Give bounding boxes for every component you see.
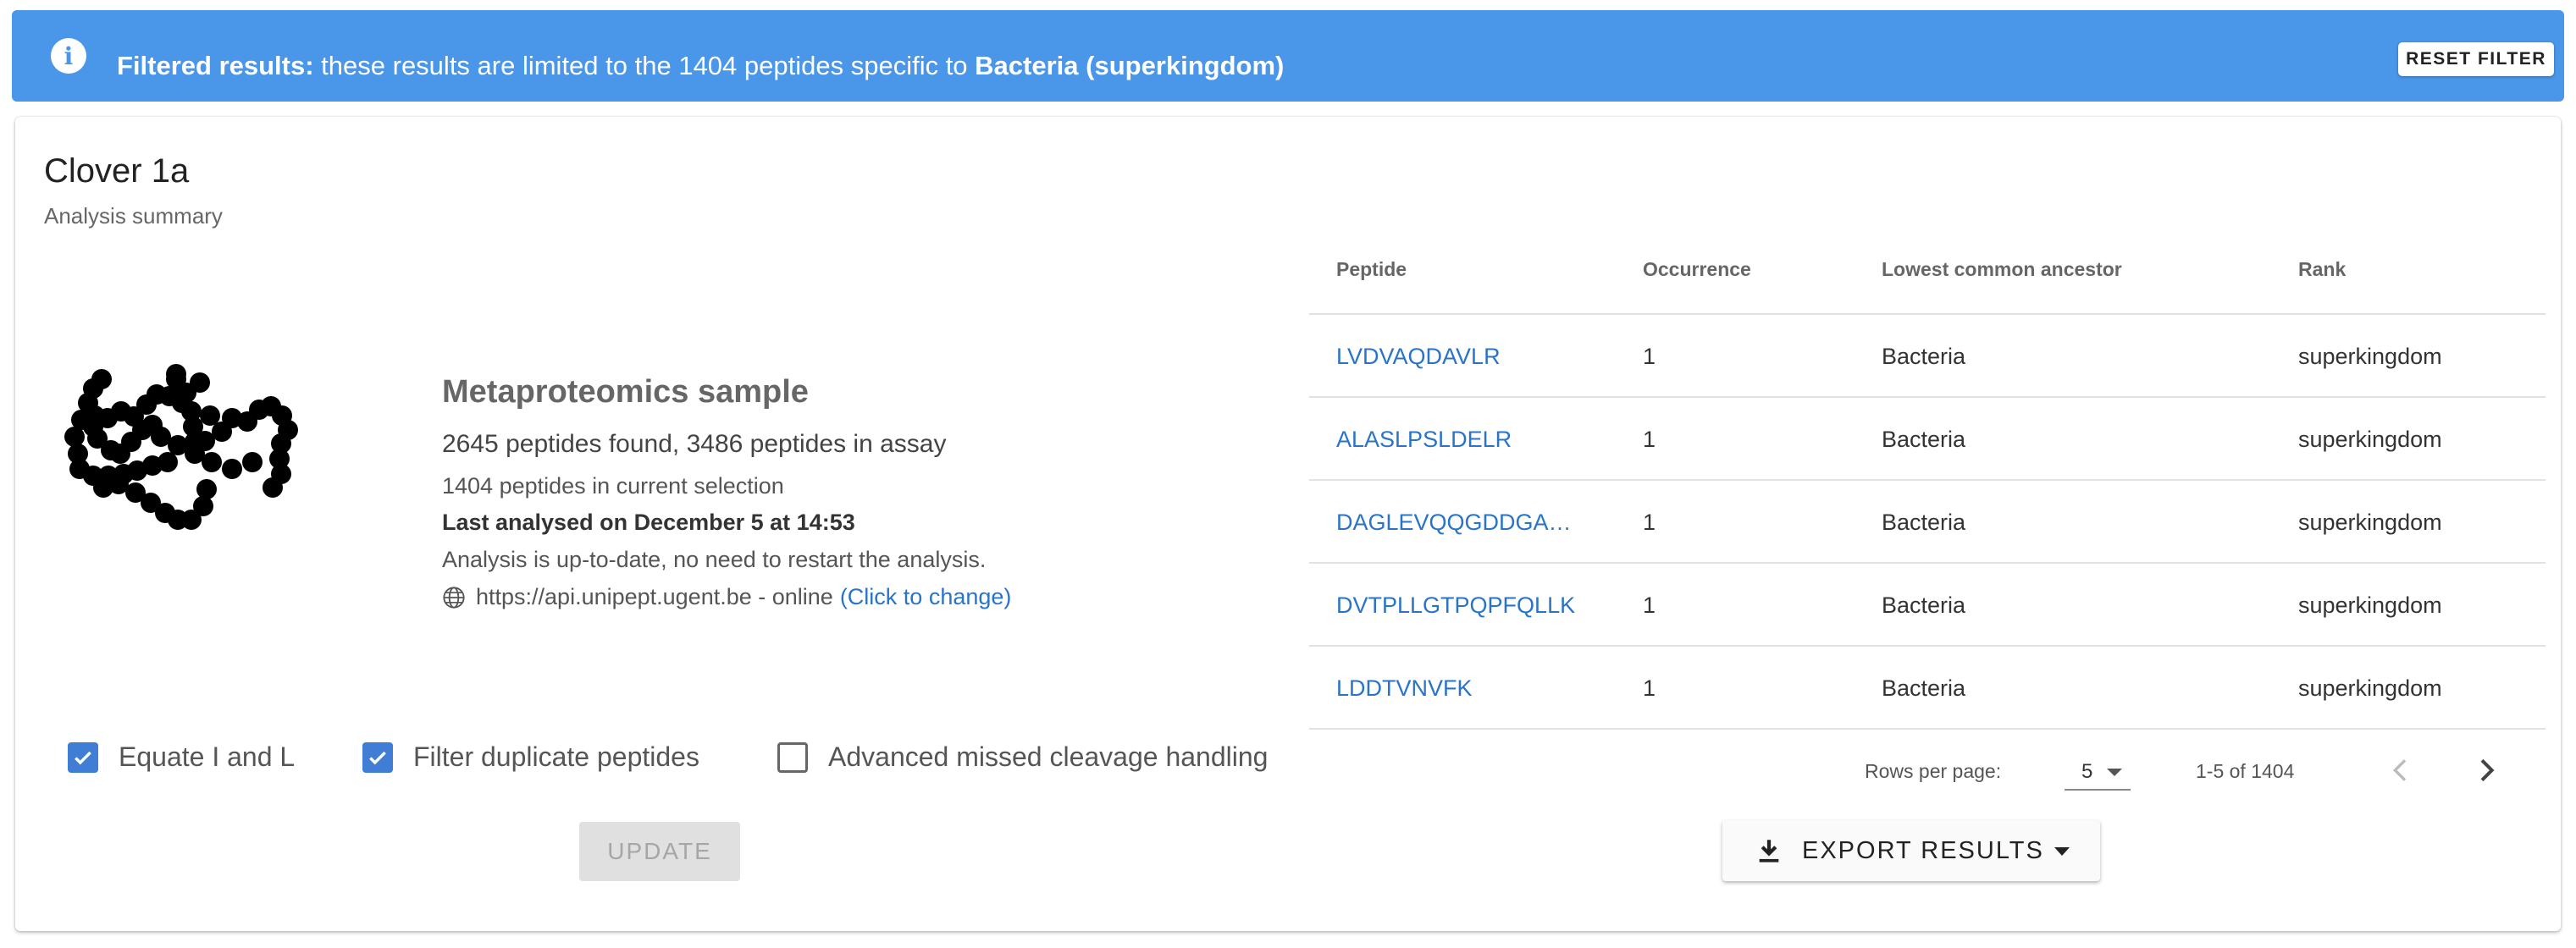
missed-cleavage-option[interactable]: Advanced missed cleavage handling xyxy=(777,741,1268,773)
peptide-link[interactable]: DAGLEVQQGDDGA… xyxy=(1336,482,1590,562)
info-icon: i xyxy=(51,38,86,74)
peptide-link[interactable]: DVTPLLGTPQPFQLLK xyxy=(1336,565,1590,645)
lca-cell: Bacteria xyxy=(1882,509,1966,535)
check-icon xyxy=(369,751,386,764)
analysis-status: Analysis is up-to-date, no need to resta… xyxy=(442,547,987,572)
rows-per-page-value: 5 xyxy=(2081,760,2093,783)
header-lca[interactable]: Lowest common ancestor xyxy=(1882,225,2237,313)
missed-cleavage-checkbox[interactable] xyxy=(777,741,808,773)
header-occurrence[interactable]: Occurrence xyxy=(1643,225,1846,313)
peptides-found: 2645 peptides found, 3486 peptides in as… xyxy=(442,430,947,458)
next-page-button[interactable] xyxy=(2469,753,2503,787)
header-peptide[interactable]: Peptide xyxy=(1336,225,1590,313)
bead xyxy=(222,459,242,479)
filter-duplicates-option[interactable]: Filter duplicate peptides xyxy=(362,741,699,773)
endpoint-url: https://api.unipept.ugent.be - online xyxy=(476,584,833,609)
bead xyxy=(263,477,283,498)
download-icon xyxy=(1759,840,1779,863)
peptide-link[interactable]: LDDTVNVFK xyxy=(1336,648,1590,728)
chevron-right-icon xyxy=(2480,758,2495,782)
rank-cell: superkingdom xyxy=(2298,426,2442,452)
change-endpoint-link[interactable]: (Click to change) xyxy=(840,584,1012,610)
sample-type: Metaproteomics sample xyxy=(442,374,809,410)
table-row: LDDTVNVFK 1 Bacteria superkingdom xyxy=(1309,648,2546,730)
equate-il-checkbox[interactable] xyxy=(68,741,98,773)
check-icon xyxy=(75,751,91,764)
bead xyxy=(181,401,202,422)
bead xyxy=(193,496,213,516)
analysis-summary-card: Clover 1a Analysis summary Metaproteomic… xyxy=(15,117,2561,931)
lca-cell: Bacteria xyxy=(1882,426,1966,452)
prev-page-button[interactable] xyxy=(2384,753,2418,787)
table-row: DVTPLLGTPQPFQLLK 1 Bacteria superkingdom xyxy=(1309,565,2546,647)
table-row: ALASLPSLDELR 1 Bacteria superkingdom xyxy=(1309,400,2546,481)
equate-il-label: Equate I and L xyxy=(119,741,296,772)
lca-cell: Bacteria xyxy=(1882,343,1966,369)
lca-cell: Bacteria xyxy=(1882,592,1966,618)
bead xyxy=(185,432,205,452)
update-button[interactable]: UPDATE xyxy=(579,822,740,881)
rank-cell: superkingdom xyxy=(2298,592,2442,618)
filter-lead: Filtered results: xyxy=(117,51,314,80)
rows-per-page-select[interactable]: 5 xyxy=(2065,747,2131,791)
last-analysed: Last analysed on December 5 at 14:53 xyxy=(442,510,855,535)
bead xyxy=(190,372,210,393)
bead xyxy=(158,452,178,472)
occurrence-cell: 1 xyxy=(1643,426,1656,452)
occurrence-cell: 1 xyxy=(1643,592,1656,618)
peptides-selection: 1404 peptides in current selection xyxy=(442,473,784,499)
card-subtitle: Analysis summary xyxy=(44,203,223,229)
filter-duplicates-checkbox[interactable] xyxy=(362,741,393,773)
bead xyxy=(196,479,217,499)
filter-message: Filtered results: these results are limi… xyxy=(117,49,1284,83)
rank-cell: superkingdom xyxy=(2298,343,2442,369)
bead xyxy=(91,369,112,389)
table-row: DAGLEVQQGDDGA… 1 Bacteria superkingdom xyxy=(1309,482,2546,564)
peptide-chain-icon xyxy=(64,364,298,530)
equate-il-option[interactable]: Equate I and L xyxy=(68,741,295,773)
chevron-down-icon xyxy=(2107,769,2122,776)
filter-taxon: Bacteria (superkingdom) xyxy=(975,51,1285,80)
bead xyxy=(166,364,186,384)
rows-per-page-label: Rows per page: xyxy=(1865,760,2002,782)
missed-cleavage-label: Advanced missed cleavage handling xyxy=(828,741,1269,772)
card-title: Clover 1a xyxy=(44,152,190,190)
globe-icon xyxy=(443,586,465,609)
lca-cell: Bacteria xyxy=(1882,675,1966,701)
occurrence-cell: 1 xyxy=(1643,343,1656,369)
reset-filter-button[interactable]: RESET FILTER xyxy=(2398,42,2554,76)
filter-duplicates-label: Filter duplicate peptides xyxy=(413,741,699,772)
occurrence-cell: 1 xyxy=(1643,675,1656,701)
header-rank[interactable]: Rank xyxy=(2298,225,2535,313)
rank-cell: superkingdom xyxy=(2298,675,2442,701)
page-range: 1-5 of 1404 xyxy=(2196,760,2295,782)
filter-text: these results are limited to the 1404 pe… xyxy=(313,51,976,80)
table-header: Peptide Occurrence Lowest common ancesto… xyxy=(1309,225,2546,315)
rank-cell: superkingdom xyxy=(2298,509,2442,535)
chevron-left-icon xyxy=(2392,759,2407,781)
bead xyxy=(242,452,263,472)
caret-down-icon xyxy=(2054,847,2070,856)
endpoint-line: https://api.unipept.ugent.be - online (C… xyxy=(442,584,1011,610)
occurrence-cell: 1 xyxy=(1643,509,1656,535)
table-row: LVDVAQDAVLR 1 Bacteria superkingdom xyxy=(1309,317,2546,398)
peptide-link[interactable]: ALASLPSLDELR xyxy=(1336,400,1590,479)
peptide-link[interactable]: LVDVAQDAVLR xyxy=(1336,317,1590,396)
filter-banner: i Filtered results: these results are li… xyxy=(12,10,2564,102)
export-results-button[interactable]: EXPORT RESULTS xyxy=(1722,820,2100,881)
export-label: EXPORT RESULTS xyxy=(1802,837,2044,864)
